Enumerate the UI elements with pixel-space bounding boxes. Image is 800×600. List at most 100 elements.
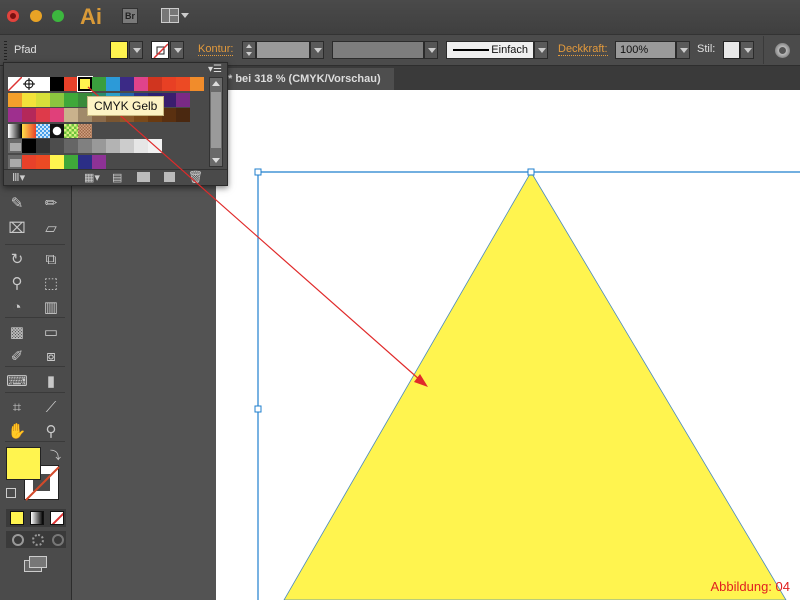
swatch[interactable]	[22, 123, 36, 138]
bounding-handle[interactable]	[527, 168, 535, 176]
draw-inside-icon[interactable]	[52, 534, 64, 546]
blob-brush-icon[interactable]: ⌧	[4, 217, 30, 241]
swatch-cmyk-gelb-selected[interactable]	[78, 77, 92, 91]
scroll-thumb[interactable]	[211, 92, 221, 148]
variable-width-profile-field[interactable]	[332, 41, 424, 59]
swatch[interactable]	[190, 77, 204, 91]
stroke-weight-stepper[interactable]	[242, 41, 256, 59]
swatch[interactable]	[92, 154, 106, 169]
swatch[interactable]	[176, 77, 190, 91]
color-mode-button[interactable]	[10, 511, 24, 525]
swatch[interactable]	[120, 139, 134, 153]
workspace-layout-button[interactable]	[161, 8, 179, 23]
swatch[interactable]	[148, 139, 162, 153]
swatch-libraries-icon[interactable]: Ⅲ▾	[12, 171, 25, 184]
swatch[interactable]	[22, 92, 36, 107]
paintbrush-icon[interactable]: ✎	[4, 192, 30, 216]
swatch[interactable]	[162, 77, 176, 91]
scrollbar[interactable]	[209, 77, 223, 167]
panel-grip[interactable]	[4, 41, 7, 61]
swatch[interactable]	[50, 123, 64, 138]
brush-definition-field[interactable]: Einfach	[446, 41, 534, 59]
swatch[interactable]	[134, 139, 148, 153]
swatch[interactable]	[78, 139, 92, 153]
rotate-icon[interactable]: ↻	[4, 248, 30, 272]
canvas[interactable]: Abbildung: 04	[216, 90, 800, 600]
draw-behind-icon[interactable]	[32, 534, 44, 546]
scroll-up-icon[interactable]	[212, 81, 220, 86]
swatch-options-icon[interactable]: ▤	[112, 171, 122, 184]
graphic-style-swatch[interactable]	[723, 41, 740, 59]
swatch[interactable]	[50, 139, 64, 153]
show-swatch-kinds-icon[interactable]: ▦▾	[84, 171, 100, 184]
swatch[interactable]	[64, 154, 78, 169]
swatch[interactable]	[92, 77, 106, 91]
delete-swatch-icon[interactable]: 🗑	[188, 170, 203, 184]
swatch[interactable]	[50, 77, 64, 91]
symbol-sprayer-icon[interactable]: ⌨	[4, 370, 30, 394]
slice-icon[interactable]: ⟋	[38, 396, 64, 420]
gradient-mode-button[interactable]	[30, 511, 44, 525]
close-window-button[interactable]	[7, 10, 19, 22]
opacity-label[interactable]: Deckkraft:	[558, 43, 608, 56]
swatch[interactable]	[64, 92, 78, 107]
swatch[interactable]	[106, 139, 120, 153]
scroll-down-icon[interactable]	[212, 158, 220, 163]
swatch[interactable]	[36, 108, 50, 122]
pencil-icon[interactable]: ✏	[38, 192, 64, 216]
swatch[interactable]	[134, 77, 148, 91]
swatch-registration[interactable]	[22, 77, 36, 91]
minimize-window-button[interactable]	[30, 10, 42, 22]
swatch[interactable]	[8, 123, 22, 138]
screen-mode-icon-front[interactable]	[29, 556, 47, 568]
chevron-down-icon[interactable]	[181, 13, 189, 18]
mesh-icon[interactable]: ▩	[4, 321, 30, 345]
fill-proxy[interactable]	[6, 447, 41, 480]
new-swatch-icon[interactable]	[164, 172, 175, 182]
none-mode-button[interactable]	[50, 511, 64, 525]
swatch[interactable]	[64, 108, 78, 122]
swatch[interactable]	[36, 139, 50, 153]
swatch[interactable]	[36, 154, 50, 169]
swatch[interactable]	[176, 92, 190, 107]
stroke-weight-dropdown[interactable]	[310, 41, 324, 59]
bridge-button[interactable]: Br	[122, 8, 138, 24]
swatch[interactable]	[36, 123, 50, 138]
swatch[interactable]	[36, 77, 50, 91]
bounding-handle[interactable]	[254, 405, 262, 413]
swatch[interactable]	[22, 108, 36, 122]
swatch[interactable]	[64, 77, 78, 91]
panel-menu-icon[interactable]: ▾☰	[208, 64, 222, 75]
swatch[interactable]	[36, 92, 50, 107]
swatch[interactable]	[148, 77, 162, 91]
swatch[interactable]	[176, 108, 190, 122]
draw-normal-icon[interactable]	[12, 534, 24, 546]
swatch[interactable]	[22, 154, 36, 169]
stroke-label[interactable]: Kontur:	[198, 43, 234, 56]
swatch[interactable]	[64, 139, 78, 153]
stroke-weight-field[interactable]	[256, 41, 310, 59]
bounding-handle[interactable]	[254, 168, 262, 176]
recolor-artwork-icon[interactable]	[775, 43, 790, 58]
scale-icon[interactable]: ⧉	[38, 248, 64, 272]
variable-width-dropdown[interactable]	[424, 41, 438, 59]
eraser-icon[interactable]: ▱	[38, 217, 64, 241]
triangle-shape[interactable]	[283, 171, 787, 600]
opacity-field[interactable]: 100%	[615, 41, 676, 59]
swatch[interactable]	[78, 154, 92, 169]
swatch[interactable]	[22, 139, 36, 153]
swatch[interactable]	[78, 123, 92, 138]
swatch[interactable]	[120, 77, 134, 91]
new-color-group-icon[interactable]	[137, 172, 150, 182]
swatch-none[interactable]	[7, 76, 23, 92]
document-tab[interactable]: * bei 318 % (CMYK/Vorschau)	[216, 68, 394, 90]
zoom-window-button[interactable]	[52, 10, 64, 22]
fill-dropdown-button[interactable]	[129, 41, 143, 59]
swatch[interactable]	[92, 139, 106, 153]
default-fill-stroke-icon[interactable]	[6, 488, 16, 498]
swatch[interactable]	[64, 123, 78, 138]
stroke-dropdown-button[interactable]	[170, 41, 184, 59]
swap-fill-stroke-icon[interactable]: ⤵	[50, 447, 61, 463]
swatch[interactable]	[50, 108, 64, 122]
swatch[interactable]	[8, 108, 22, 122]
